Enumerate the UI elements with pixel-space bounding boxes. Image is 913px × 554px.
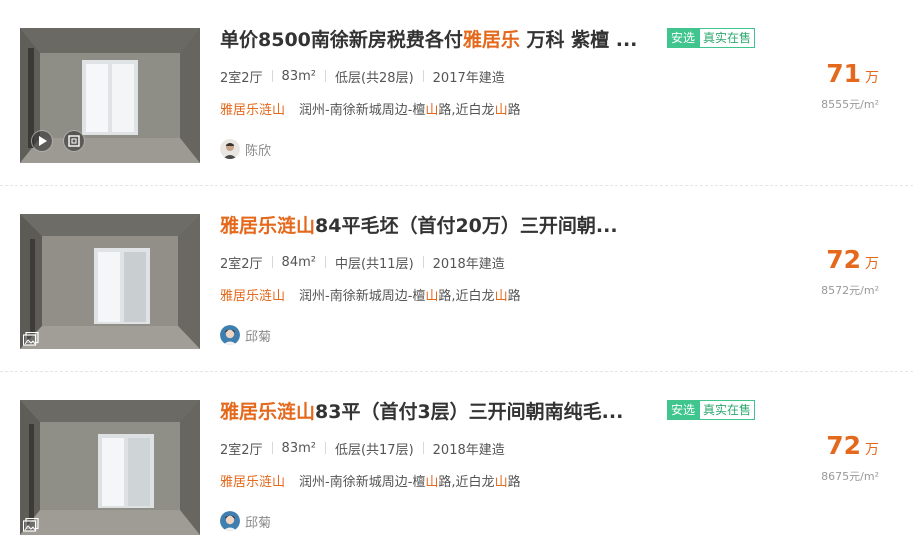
- address-text: 路,近白龙: [438, 475, 495, 490]
- vr-icon[interactable]: [63, 130, 85, 152]
- title-text: 单价8500南徐新房税费各付: [220, 29, 463, 51]
- community-link[interactable]: 雅居乐涟山: [220, 102, 285, 120]
- gallery-icon[interactable]: [22, 517, 39, 535]
- unit-price: 8555元/m²: [821, 98, 879, 111]
- address-text: 润州-南徐新城周边-檀: [299, 289, 426, 304]
- floor-area: 84m²: [281, 254, 316, 270]
- price-value: 71: [826, 59, 861, 88]
- community-link[interactable]: 雅居乐涟山: [220, 288, 285, 306]
- price-value: 72: [826, 245, 861, 274]
- address-highlight: 山: [425, 289, 439, 304]
- address-text: 润州-南徐新城周边-檀: [299, 103, 426, 118]
- room-layout: 2室2厅: [220, 442, 263, 458]
- floor-area: 83m²: [281, 68, 316, 84]
- listing-attributes: 2室2厅 84m² 中层(共11层) 2018年建造: [220, 253, 514, 272]
- listing-photo[interactable]: [20, 214, 200, 349]
- total-price: 71 万: [826, 59, 879, 89]
- play-icon[interactable]: [31, 130, 53, 152]
- address-highlight: 山: [425, 103, 439, 118]
- anxuan-tag: 安选: [667, 400, 700, 420]
- address-text: 路,近白龙: [438, 103, 495, 118]
- listing-tags: 安选 真实在售: [667, 28, 756, 48]
- agent-name: 邱菊: [245, 329, 272, 345]
- price-value: 72: [826, 431, 861, 460]
- agent-name: 邱菊: [245, 515, 272, 531]
- title-highlight: 雅居乐涟山: [220, 401, 316, 423]
- listing-photo[interactable]: [20, 28, 200, 163]
- listing-title[interactable]: 单价8500南徐新房税费各付雅居乐 万科 紫檀 ...: [220, 28, 650, 52]
- title-highlight: 雅居乐: [462, 29, 520, 51]
- listing-address: 雅居乐涟山 润州-南徐新城周边-檀山路,近白龙山路: [220, 102, 521, 120]
- price-unit: 万: [865, 256, 879, 272]
- title-text: 83平（首付3层）三开间朝南纯毛...: [315, 401, 624, 423]
- listing-attributes: 2室2厅 83m² 低层(共28层) 2017年建造: [220, 67, 514, 86]
- listing-card[interactable]: 单价8500南徐新房税费各付雅居乐 万科 紫檀 ... 安选 真实在售 2室2厅…: [0, 0, 913, 186]
- build-year: 2017年建造: [432, 70, 505, 86]
- address-text: 路: [507, 103, 521, 118]
- listing-tags: 安选 真实在售: [667, 400, 756, 420]
- build-year: 2018年建造: [432, 442, 505, 458]
- address-highlight: 山: [494, 475, 508, 490]
- listing-address: 雅居乐涟山 润州-南徐新城周边-檀山路,近白龙山路: [220, 474, 521, 492]
- price-unit: 万: [865, 442, 879, 458]
- real-on-sale-tag: 真实在售: [699, 400, 756, 420]
- price-unit: 万: [865, 70, 879, 86]
- build-year: 2018年建造: [432, 256, 505, 272]
- agent-info[interactable]: 邱菊: [220, 511, 271, 531]
- title-highlight: 雅居乐涟山: [220, 215, 316, 237]
- title-text: 万科 紫檀 ...: [519, 29, 638, 51]
- listing-title[interactable]: 雅居乐涟山84平毛坯（首付20万）三开间朝...: [220, 214, 650, 238]
- avatar: [220, 139, 240, 159]
- total-price: 72 万: [826, 431, 879, 461]
- address-highlight: 山: [494, 103, 508, 118]
- floor-level: 中层(共11层): [334, 256, 414, 272]
- room-layout: 2室2厅: [220, 70, 263, 86]
- unit-price: 8572元/m²: [821, 284, 879, 297]
- agent-name: 陈欣: [245, 143, 272, 159]
- floor-area: 83m²: [281, 440, 316, 456]
- listing-card[interactable]: 雅居乐涟山84平毛坯（首付20万）三开间朝... 2室2厅 84m² 中层(共1…: [0, 186, 913, 372]
- avatar: [220, 511, 240, 531]
- room-photo: [20, 214, 200, 349]
- address-highlight: 山: [425, 475, 439, 490]
- listing-address: 雅居乐涟山 润州-南徐新城周边-檀山路,近白龙山路: [220, 288, 521, 306]
- anxuan-tag: 安选: [667, 28, 700, 48]
- agent-info[interactable]: 邱菊: [220, 325, 271, 345]
- listing-title[interactable]: 雅居乐涟山83平（首付3层）三开间朝南纯毛...: [220, 400, 650, 424]
- address-text: 路: [507, 289, 521, 304]
- room-layout: 2室2厅: [220, 256, 263, 272]
- address-text: 路,近白龙: [438, 289, 495, 304]
- total-price: 72 万: [826, 245, 879, 275]
- address-text: 路: [507, 475, 521, 490]
- room-photo: [20, 400, 200, 535]
- unit-price: 8675元/m²: [821, 470, 879, 483]
- floor-level: 低层(共28层): [334, 70, 414, 86]
- listing-attributes: 2室2厅 83m² 低层(共17层) 2018年建造: [220, 439, 514, 458]
- address-text: 润州-南徐新城周边-檀: [299, 475, 426, 490]
- community-link[interactable]: 雅居乐涟山: [220, 474, 285, 492]
- agent-info[interactable]: 陈欣: [220, 139, 271, 159]
- listing-card[interactable]: 雅居乐涟山83平（首付3层）三开间朝南纯毛... 安选 真实在售 2室2厅 83…: [0, 372, 913, 554]
- title-text: 84平毛坯（首付20万）三开间朝...: [315, 215, 618, 237]
- real-on-sale-tag: 真实在售: [699, 28, 756, 48]
- gallery-icon[interactable]: [22, 331, 39, 349]
- avatar: [220, 325, 240, 345]
- listing-photo[interactable]: [20, 400, 200, 535]
- address-highlight: 山: [494, 289, 508, 304]
- floor-level: 低层(共17层): [334, 442, 414, 458]
